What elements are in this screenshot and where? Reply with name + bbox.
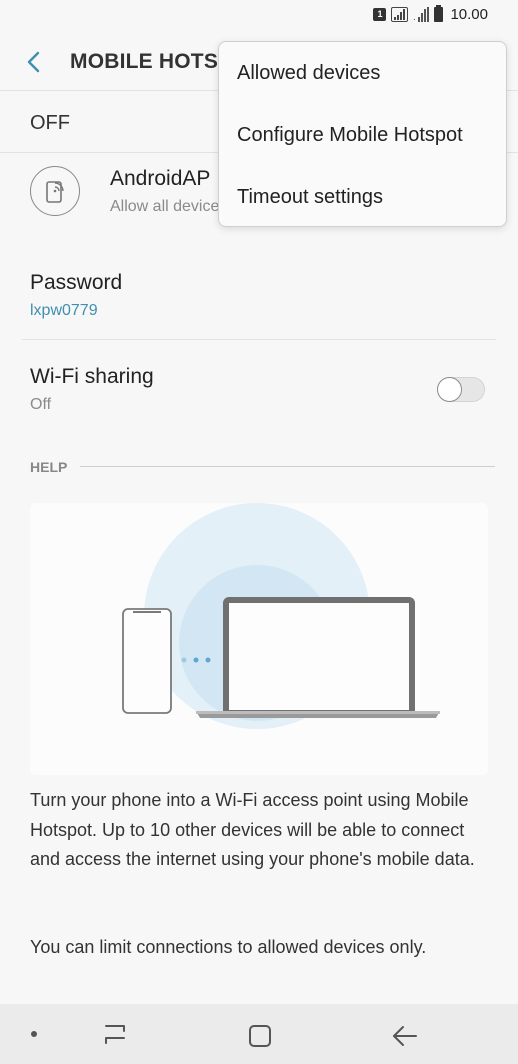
- password-value: lxpw0779: [30, 302, 98, 319]
- help-description: Turn your phone into a Wi-Fi access poin…: [30, 790, 475, 869]
- network-name[interactable]: AndroidAP: [110, 167, 210, 191]
- navigation-bar: [0, 1004, 518, 1064]
- menu-item-allowed-devices[interactable]: Allowed devices: [219, 42, 508, 104]
- battery-icon: [434, 5, 444, 22]
- toggle-knob: [437, 377, 462, 402]
- help-divider: [80, 466, 495, 467]
- home-icon[interactable]: [246, 1022, 274, 1050]
- sim-badge: 1: [373, 8, 387, 21]
- help-description-limit: You can limit connections to allowed dev…: [30, 937, 427, 957]
- laptop-illustration-icon: [196, 597, 440, 718]
- signal-wifi-icon: [391, 7, 409, 22]
- hotspot-phone-icon: [30, 166, 80, 216]
- status-bar: 1 . 10.00: [0, 0, 518, 32]
- recent-apps-icon[interactable]: [100, 1022, 130, 1048]
- master-switch-label: OFF: [30, 112, 70, 134]
- menu-item-timeout-settings[interactable]: Timeout settings: [219, 166, 508, 228]
- svg-text:.: .: [413, 12, 416, 22]
- network-subtitle: Allow all devices: [110, 198, 228, 215]
- wifi-sharing-title[interactable]: Wi-Fi sharing: [30, 365, 154, 389]
- wifi-sharing-status: Off: [30, 396, 52, 413]
- wifi-sharing-toggle[interactable]: [437, 377, 485, 402]
- help-header: HELP: [30, 459, 68, 475]
- menu-item-configure-hotspot[interactable]: Configure Mobile Hotspot: [219, 104, 508, 166]
- cell-signal-icon: .: [413, 7, 430, 22]
- overflow-menu: Allowed devices Configure Mobile Hotspot…: [218, 41, 507, 227]
- clock: 10.00: [450, 6, 488, 23]
- nav-dot-icon[interactable]: [31, 1031, 37, 1037]
- chevron-left-icon: [27, 51, 40, 73]
- phone-illustration-icon: [122, 608, 172, 714]
- back-button[interactable]: [18, 46, 50, 78]
- back-arrow-icon[interactable]: [390, 1022, 420, 1050]
- hotspot-illustration: [30, 503, 488, 775]
- divider: [22, 339, 496, 340]
- password-title[interactable]: Password: [30, 271, 122, 295]
- status-icons: 1 . 10.00: [373, 5, 488, 23]
